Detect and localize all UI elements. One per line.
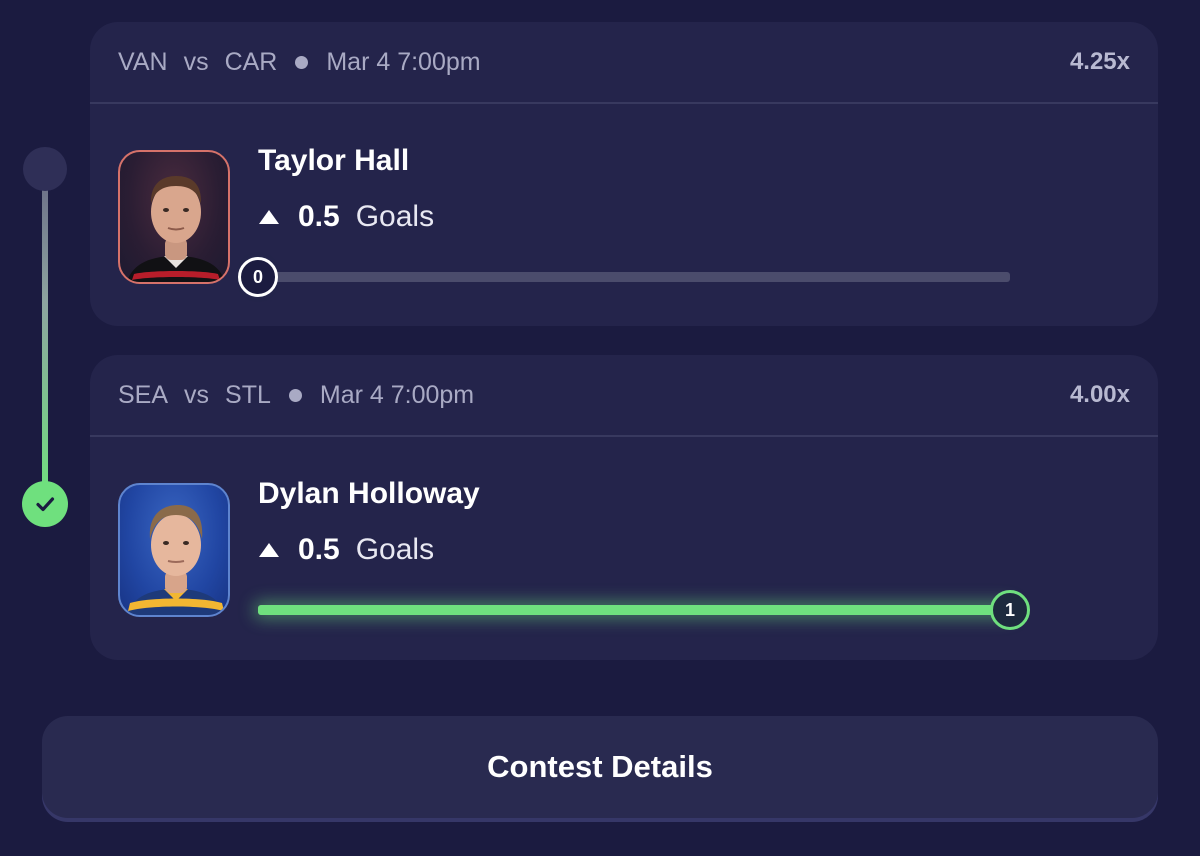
game-header: SEA vs STL Mar 4 7:00pm 4.00x: [90, 355, 1158, 437]
payout-multiplier: 4.25x: [1069, 48, 1130, 75]
away-team: CAR: [224, 47, 278, 76]
projection-row: 0.5 Goals: [258, 533, 434, 567]
home-team: VAN: [118, 47, 168, 76]
pick-card[interactable]: SEA vs STL Mar 4 7:00pm 4.00x Dylan Holl…: [90, 355, 1158, 660]
player-name: Dylan Holloway: [258, 477, 480, 510]
game-header: VAN vs CAR Mar 4 7:00pm 4.25x: [90, 22, 1158, 104]
vs-label: vs: [184, 380, 210, 409]
player-name: Taylor Hall: [258, 144, 410, 177]
stat-type: Goals: [355, 200, 435, 233]
progress-fill: [258, 605, 1010, 615]
game-time: Mar 4 7:00pm: [319, 380, 475, 409]
stat-line-value: 0.5: [298, 200, 340, 233]
over-arrow-icon: [258, 209, 280, 225]
payout-multiplier: 4.00x: [1069, 381, 1130, 408]
contest-details-button[interactable]: Contest Details: [42, 716, 1158, 818]
game-time: Mar 4 7:00pm: [326, 47, 481, 76]
timeline-line: [42, 170, 48, 500]
player-avatar: [118, 483, 230, 617]
away-team: STL: [225, 380, 271, 409]
check-icon: [22, 481, 68, 527]
projection-row: 0.5 Goals: [258, 200, 434, 234]
stat-type: Goals: [355, 533, 435, 566]
progress-bar: 1: [258, 590, 1030, 630]
current-stat-marker: 1: [990, 590, 1030, 630]
progress-bar: 0: [238, 257, 1010, 297]
over-arrow-icon: [258, 542, 280, 558]
home-team: SEA: [118, 380, 169, 409]
stat-line-value: 0.5: [298, 533, 340, 566]
pending-status-dot: [23, 147, 67, 191]
pick-body: Taylor Hall 0.5 Goals 0: [90, 104, 1158, 324]
pick-body: Dylan Holloway 0.5 Goals 1: [90, 437, 1158, 657]
player-avatar: [118, 150, 230, 284]
dot-separator-icon: [295, 55, 309, 69]
pick-card[interactable]: VAN vs CAR Mar 4 7:00pm 4.25x Taylor Hal…: [90, 22, 1158, 326]
dot-separator-icon: [288, 388, 302, 402]
current-stat-marker: 0: [238, 257, 278, 297]
vs-label: vs: [183, 47, 209, 76]
pick-details-screen: VAN vs CAR Mar 4 7:00pm 4.25x Taylor Hal…: [0, 0, 1200, 856]
